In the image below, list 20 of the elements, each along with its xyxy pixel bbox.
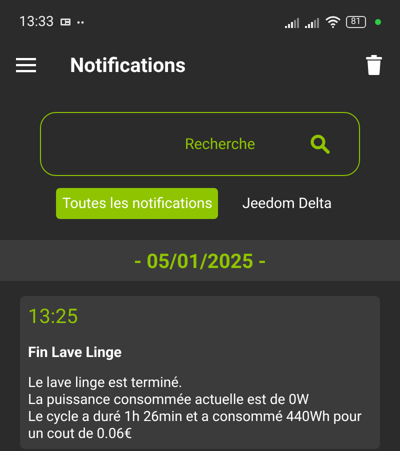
trash-icon	[366, 55, 382, 75]
notification-message: Le lave linge est terminé. La puissance consommée actuelle est de 0W Le cycle a duré 1h 26min et a consommé 440Wh pour un cout de 0.06€	[28, 375, 363, 443]
camera-indicator-dot	[375, 19, 381, 25]
battery-level: 81	[346, 16, 366, 28]
card-icon	[60, 18, 71, 26]
search-icon	[310, 134, 330, 154]
signal-icon	[304, 16, 320, 28]
menu-icon	[16, 57, 36, 73]
notification-title: Fin Lave Linge	[28, 344, 123, 361]
signal-icon	[284, 16, 300, 28]
wifi-icon	[324, 16, 341, 28]
filter-tab[interactable]: Jeedom Delta	[236, 188, 338, 219]
notification-time: 13:25	[28, 304, 79, 328]
screen-title: Notifications	[70, 53, 187, 77]
status-time: 13:33	[19, 14, 54, 30]
date-header: - 05/01/2025 -	[0, 240, 400, 281]
dots-icon	[76, 20, 84, 24]
search-field[interactable]: Recherche	[40, 112, 360, 176]
delete-button[interactable]	[366, 55, 382, 75]
menu-button[interactable]	[16, 57, 36, 73]
